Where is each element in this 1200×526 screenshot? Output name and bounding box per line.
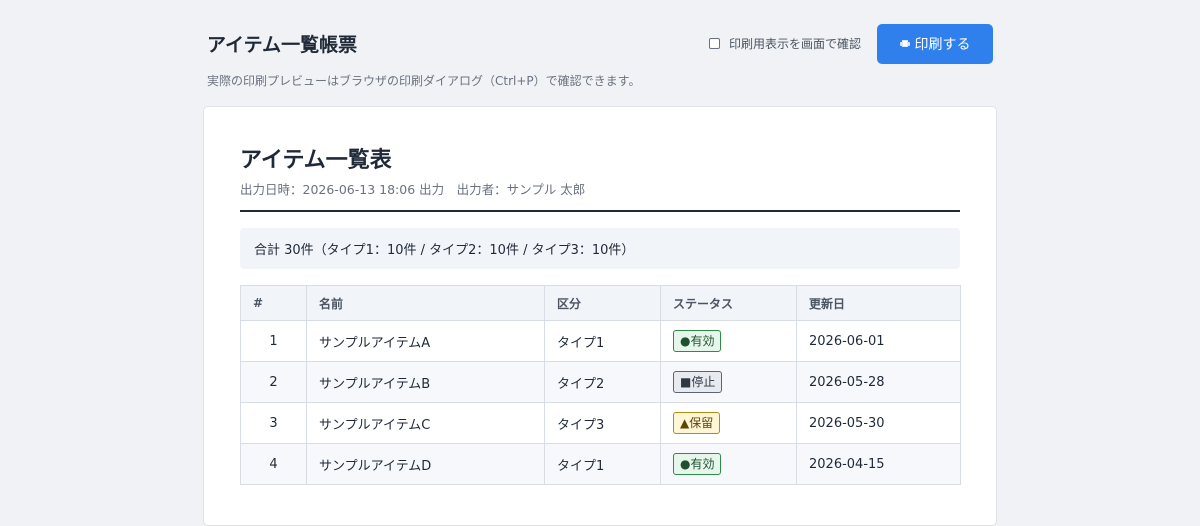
items-table: # 名前 区分 ステータス 更新日 1 サンプルアイテムA タイプ1 ●有効 2…: [240, 285, 961, 485]
column-header-updated: 更新日: [796, 285, 961, 321]
item-type: タイプ2: [544, 361, 661, 403]
status-cell: ●有効: [660, 320, 797, 362]
column-header-name: 名前: [306, 285, 545, 321]
item-name: サンプルアイテムB: [306, 361, 545, 403]
column-header-status: ステータス: [660, 285, 797, 321]
title-divider: [240, 210, 960, 212]
summary-text: 合計 30件（タイプ1：10件 / タイプ2：10件 / タイプ3：10件）: [254, 243, 635, 258]
updated-date: 2026-05-30: [796, 402, 961, 444]
item-type: タイプ1: [544, 443, 661, 485]
page-title: アイテム一覧帳票: [207, 34, 358, 56]
item-type: タイプ1: [544, 320, 661, 362]
row-number: 3: [240, 402, 307, 444]
updated-date: 2026-05-28: [796, 361, 961, 403]
table-row: 3 サンプルアイテムC タイプ3 ▲保留 2026-05-30: [240, 402, 961, 444]
status-cell: ▲保留: [660, 402, 797, 444]
column-header-type: 区分: [544, 285, 661, 321]
item-name: サンプルアイテムC: [306, 402, 545, 444]
status-badge: ●有効: [673, 453, 722, 475]
column-header-number: #: [240, 285, 307, 321]
print-view-checkbox[interactable]: [708, 38, 720, 49]
row-number: 1: [240, 320, 307, 362]
row-number: 2: [240, 361, 307, 403]
item-type: タイプ3: [544, 402, 661, 444]
print-view-label: 印刷用表示を画面で確認: [728, 37, 861, 51]
print-button[interactable]: 印刷する: [877, 24, 993, 64]
report-title: アイテム一覧表: [240, 148, 392, 173]
print-view-toggle[interactable]: 印刷用表示を画面で確認: [708, 35, 861, 52]
status-badge: ▲保留: [673, 412, 721, 434]
table-row: 1 サンプルアイテムA タイプ1 ●有効 2026-06-01: [240, 320, 961, 362]
report-meta: 出力日時：2026-06-13 18:06 出力 出力者：サンプル 太郎: [240, 182, 586, 197]
status-cell: ●有効: [660, 443, 797, 485]
print-button-label: 印刷する: [914, 37, 971, 53]
row-number: 4: [240, 443, 307, 485]
item-name: サンプルアイテムD: [306, 443, 545, 485]
report-sheet: アイテム一覧表 出力日時：2026-06-13 18:06 出力 出力者：サンプ…: [203, 106, 997, 526]
table-header-row: # 名前 区分 ステータス 更新日: [240, 285, 961, 321]
table-row: 2 サンプルアイテムB タイプ2 ■停止 2026-05-28: [240, 361, 961, 403]
status-badge: ■停止: [673, 371, 723, 393]
table-row: 4 サンプルアイテムD タイプ1 ●有効 2026-04-15: [240, 443, 961, 485]
updated-date: 2026-06-01: [796, 320, 961, 362]
updated-date: 2026-04-15: [796, 443, 961, 485]
summary-box: 合計 30件（タイプ1：10件 / タイプ2：10件 / タイプ3：10件）: [240, 228, 960, 269]
toolbar: アイテム一覧帳票 印刷用表示を画面で確認 印刷する: [207, 24, 993, 64]
status-cell: ■停止: [660, 361, 797, 403]
printer-icon: [899, 40, 910, 48]
page-subtitle: 実際の印刷プレビューはブラウザの印刷ダイアログ（Ctrl+P）で確認できます。: [207, 74, 641, 88]
status-badge: ●有効: [673, 330, 722, 352]
item-name: サンプルアイテムA: [306, 320, 545, 362]
